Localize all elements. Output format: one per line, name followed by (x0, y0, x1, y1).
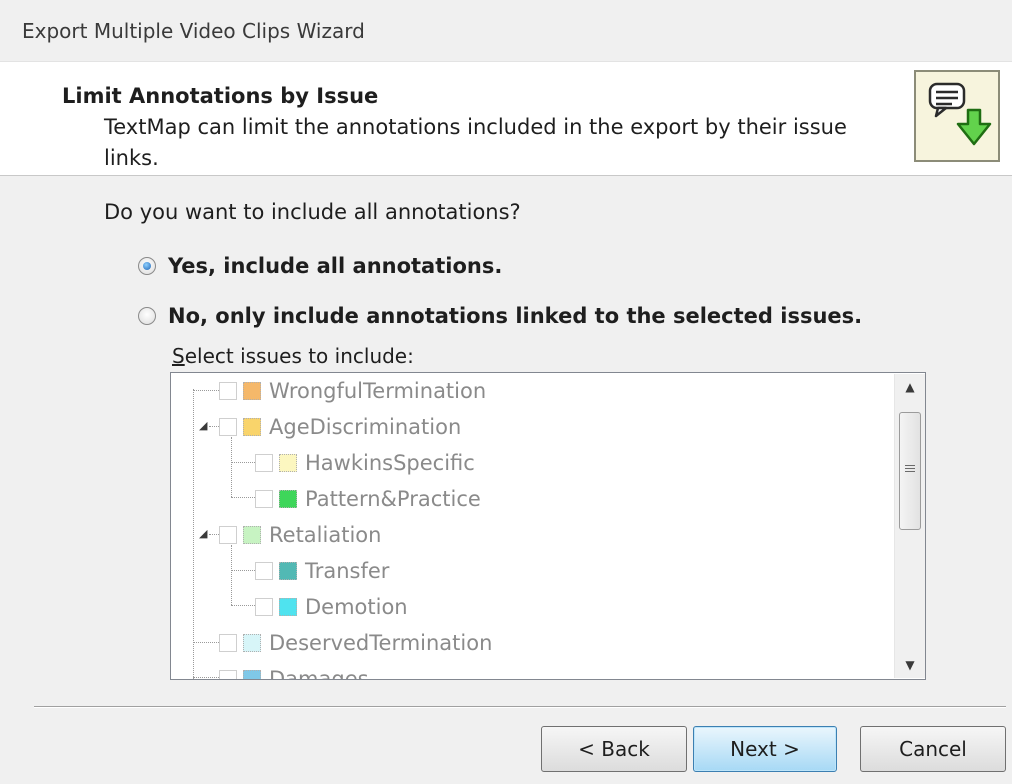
select-issues-text: elect issues to include: (184, 344, 414, 368)
issue-checkbox[interactable] (219, 418, 237, 436)
question-label: Do you want to include all annotations? (104, 200, 521, 224)
include-all-option[interactable]: Yes, include all annotations. (138, 254, 502, 278)
tree-item-wrongful-termination[interactable]: WrongfulTermination (219, 373, 486, 409)
include-selected-radio[interactable] (138, 307, 156, 325)
tree-item-damages[interactable]: Damages (219, 661, 369, 680)
tree-item-hawkins-specific[interactable]: HawkinsSpecific (255, 445, 475, 481)
tree-connector (193, 677, 219, 678)
issue-label: HawkinsSpecific (305, 451, 475, 475)
tree-item-age-discrimination[interactable]: AgeDiscrimination (219, 409, 461, 445)
issue-checkbox[interactable] (255, 454, 273, 472)
select-issues-label: Select issues to include: (172, 344, 414, 368)
tree-connector (209, 426, 219, 427)
tree-scrollbar[interactable]: ▲ ▼ (894, 374, 925, 678)
scroll-up-arrow-icon[interactable]: ▲ (895, 374, 925, 400)
tree-item-transfer[interactable]: Transfer (255, 553, 389, 589)
issue-checkbox[interactable] (255, 598, 273, 616)
tree-connector (193, 389, 194, 679)
grip-icon (905, 465, 915, 466)
include-all-label: Yes, include all annotations. (168, 254, 503, 278)
tree-connector (231, 497, 255, 498)
issue-label: Damages (269, 667, 369, 680)
issue-label: DeservedTermination (269, 631, 493, 655)
tree-connector (193, 390, 219, 391)
title-bar: Export Multiple Video Clips Wizard (0, 0, 1012, 62)
issue-checkbox[interactable] (219, 634, 237, 652)
tree-connector (231, 545, 232, 605)
issue-color-swatch (243, 418, 261, 436)
include-selected-label: No, only include annotations linked to t… (168, 304, 863, 328)
next-button[interactable]: Next > (693, 726, 837, 772)
issue-checkbox[interactable] (219, 382, 237, 400)
tree-connector (193, 642, 219, 643)
tree-connector (231, 605, 255, 606)
issue-checkbox[interactable] (255, 490, 273, 508)
tree-connector (231, 570, 255, 571)
issue-label: Transfer (305, 559, 390, 583)
tree-item-pattern-practice[interactable]: Pattern&Practice (255, 481, 481, 517)
issue-label: Demotion (305, 595, 408, 619)
issue-color-swatch (243, 634, 261, 652)
scroll-down-arrow-icon[interactable]: ▼ (895, 652, 925, 678)
back-button[interactable]: < Back (541, 726, 687, 772)
issue-color-swatch (279, 562, 297, 580)
tree-connector (231, 462, 255, 463)
include-selected-option[interactable]: No, only include annotations linked to t… (138, 304, 862, 328)
issue-color-swatch (243, 382, 261, 400)
button-divider (34, 706, 1006, 708)
tree-connector (209, 534, 219, 535)
cancel-button[interactable]: Cancel (860, 726, 1006, 772)
issue-checkbox[interactable] (219, 526, 237, 544)
tree-connector (231, 437, 232, 497)
issue-color-swatch (279, 598, 297, 616)
issue-label: Retaliation (269, 523, 382, 547)
issue-color-swatch (243, 670, 261, 679)
issue-color-swatch (279, 490, 297, 508)
issue-checkbox[interactable] (219, 670, 237, 679)
window-title: Export Multiple Video Clips Wizard (22, 19, 365, 43)
page-description: TextMap can limit the annotations includ… (104, 115, 847, 170)
issue-label: Pattern&Practice (305, 487, 481, 511)
issue-color-swatch (279, 454, 297, 472)
page-title: Limit Annotations by Issue (62, 84, 379, 108)
include-all-radio[interactable] (138, 257, 156, 275)
issue-tree[interactable]: ◢ ◢ WrongfulTermination AgeDiscriminatio… (170, 372, 926, 680)
issue-checkbox[interactable] (255, 562, 273, 580)
collapse-arrow-icon[interactable]: ◢ (199, 527, 207, 540)
issue-label: WrongfulTermination (269, 379, 487, 403)
tree-item-deserved-termination[interactable]: DeservedTermination (219, 625, 492, 661)
comment-export-icon (914, 70, 1000, 162)
select-issues-accesskey: S (172, 344, 185, 368)
scroll-thumb[interactable] (899, 412, 921, 530)
tree-item-retaliation[interactable]: Retaliation (219, 517, 381, 553)
issue-label: AgeDiscrimination (269, 415, 462, 439)
collapse-arrow-icon[interactable]: ◢ (199, 419, 207, 432)
issue-color-swatch (243, 526, 261, 544)
tree-item-demotion[interactable]: Demotion (255, 589, 408, 625)
